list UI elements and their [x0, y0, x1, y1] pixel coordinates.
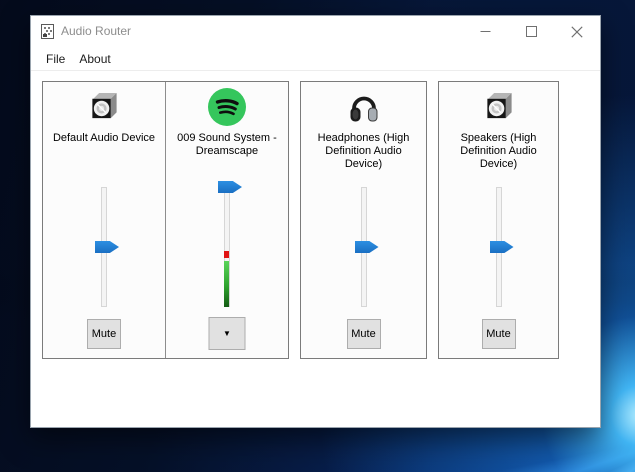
titlebar[interactable]: Audio Router [31, 16, 600, 47]
window-title: Audio Router [61, 24, 131, 38]
panel-default-and-app: Default Audio Device Mute 009 Sound Syst… [42, 81, 289, 359]
volume-slider[interactable] [484, 185, 514, 311]
menu-bar: File About [31, 47, 600, 71]
device-column-spotify: 009 Sound System - Dreamscape ▼ [166, 82, 288, 358]
mute-button[interactable]: Mute [347, 319, 381, 349]
chevron-down-icon: ▼ [223, 329, 231, 338]
slider-thumb[interactable] [355, 241, 379, 253]
panel-speakers: Speakers (High Definition Audio Device) … [438, 81, 559, 359]
speaker-icon [89, 91, 120, 122]
device-label: Speakers (High Definition Audio Device) [446, 132, 552, 171]
mute-button[interactable]: Mute [87, 319, 121, 349]
volume-slider[interactable] [89, 185, 119, 311]
device-label: Default Audio Device [51, 132, 157, 145]
route-dropdown-button[interactable]: ▼ [208, 317, 245, 350]
minimize-icon [480, 26, 491, 37]
minimize-button[interactable] [462, 16, 508, 47]
menu-about[interactable]: About [72, 49, 117, 69]
close-button[interactable] [554, 16, 600, 47]
level-meter-bar [224, 261, 229, 307]
volume-slider[interactable] [349, 185, 379, 311]
device-label: 009 Sound System - Dreamscape [174, 132, 280, 158]
slider-thumb[interactable] [218, 181, 242, 193]
audio-router-window: Audio Router File About [30, 15, 601, 428]
device-column-headphones: Headphones (High Definition Audio Device… [301, 82, 426, 358]
device-label: Headphones (High Definition Audio Device… [311, 132, 417, 171]
app-icon [41, 24, 54, 39]
menu-file[interactable]: File [39, 49, 72, 69]
close-icon [571, 26, 583, 38]
device-column-default: Default Audio Device Mute [43, 82, 165, 358]
maximize-button[interactable] [508, 16, 554, 47]
slider-thumb[interactable] [95, 241, 119, 253]
headphones-icon [347, 91, 381, 125]
mute-button[interactable]: Mute [482, 319, 516, 349]
maximize-icon [526, 26, 537, 37]
level-meter-peak [224, 251, 229, 258]
device-column-speakers: Speakers (High Definition Audio Device) … [439, 82, 558, 358]
spotify-icon [207, 87, 247, 127]
slider-thumb[interactable] [490, 241, 514, 253]
speaker-icon [483, 91, 514, 122]
panel-headphones: Headphones (High Definition Audio Device… [300, 81, 427, 359]
volume-slider[interactable] [212, 185, 242, 311]
